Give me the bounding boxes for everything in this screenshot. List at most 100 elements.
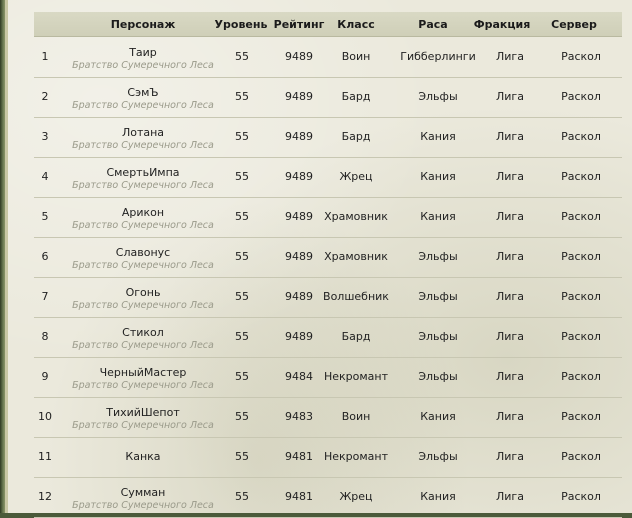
faction-cell: Лига [496,90,524,103]
header-race[interactable]: Раса [396,12,470,36]
character-name-link[interactable]: Лотана [60,127,226,139]
race-cell: Эльфы [418,290,458,303]
guild-name-link[interactable]: Братство Сумеречного Леса [60,500,226,512]
guild-name-link[interactable]: Братство Сумеречного Леса [60,140,226,152]
header-level[interactable]: Уровень [206,12,276,36]
guild-name-link[interactable]: Братство Сумеречного Леса [60,260,226,272]
server-cell: Раскол [561,330,601,343]
table-row[interactable]: 11 55 9481 Некромант Эльфы Лига Раскол Канка [34,437,622,478]
rank-cell: 5 [41,210,49,223]
table-row[interactable]: 4 55 9489 Жрец Кания Лига Раскол СмертьИмпа Брат… [34,157,622,198]
table-row[interactable]: 2 55 9489 Бард Эльфы Лига Раскол СэмЪ Братство С… [34,77,622,118]
race-cell: Кания [420,170,456,183]
guild-name-link[interactable]: Братство Сумеречного Леса [60,220,226,232]
class-cell: Волшебник [323,290,389,303]
class-cell: Бард [341,330,371,343]
rating-cell: 9481 [285,490,313,503]
server-cell: Раскол [561,490,601,503]
server-cell: Раскол [561,450,601,463]
server-cell: Раскол [561,250,601,263]
faction-cell: Лига [496,450,524,463]
rank-cell: 3 [41,130,49,143]
rating-cell: 9489 [285,90,313,103]
rating-cell: 9489 [285,290,313,303]
header-character[interactable]: Персонаж [60,12,226,36]
faction-cell: Лига [496,410,524,423]
faction-cell: Лига [496,170,524,183]
rank-cell: 11 [38,450,52,463]
rank-cell: 6 [41,250,49,263]
race-cell: Кания [420,410,456,423]
class-cell: Бард [341,130,371,143]
character-name-link[interactable]: Арикон [60,207,226,219]
class-cell: Храмовник [324,210,388,223]
table-row[interactable]: 1 55 9489 Воин Гибберлинги Лига Раскол Таир Брат… [34,37,622,78]
character-name-link[interactable]: СмертьИмпа [60,167,226,179]
guild-name-link[interactable]: Братство Сумеречного Леса [60,380,226,392]
character-name-link[interactable]: ТихийШепот [60,407,226,419]
server-cell: Раскол [561,130,601,143]
guild-name-link[interactable]: Братство Сумеречного Леса [60,300,226,312]
character-name-link[interactable]: СэмЪ [60,87,226,99]
guild-name-link[interactable]: Братство Сумеречного Леса [60,180,226,192]
ranking-panel: Персонаж Уровень Рейтинг Класс Раса Фрак… [8,0,632,518]
header-rating[interactable]: Рейтинг [268,12,330,36]
class-cell: Жрец [339,490,373,503]
character-name-link[interactable]: Канка [60,437,226,477]
table-row[interactable]: 10 55 9483 Воин Кания Лига Раскол ТихийШепот Бра… [34,397,622,438]
faction-cell: Лига [496,330,524,343]
character-name-link[interactable]: Таир [60,47,226,59]
guild-name-link[interactable]: Братство Сумеречного Леса [60,340,226,352]
faction-cell: Лига [496,130,524,143]
guild-name-link[interactable]: Братство Сумеречного Леса [60,420,226,432]
table-row[interactable]: 9 55 9484 Некромант Эльфы Лига Раскол ЧерныйМас… [34,357,622,398]
server-cell: Раскол [561,50,601,63]
table-row[interactable]: 7 55 9489 Волшебник Эльфы Лига Раскол Огонь Брат… [34,277,622,318]
race-cell: Эльфы [418,330,458,343]
table-row[interactable]: 8 55 9489 Бард Эльфы Лига Раскол Стикол Братство… [34,317,622,358]
class-cell: Жрец [339,170,373,183]
character-name-link[interactable]: Стикол [60,327,226,339]
table-row[interactable]: 12 55 9481 Жрец Кания Лига Раскол Сумман Братств… [34,477,622,518]
character-name-link[interactable]: Огонь [60,287,226,299]
rank-cell: 4 [41,170,49,183]
rating-cell: 9489 [285,250,313,263]
header-server[interactable]: Сервер [542,12,606,36]
server-cell: Раскол [561,210,601,223]
header-class[interactable]: Класс [324,12,388,36]
server-cell: Раскол [561,170,601,183]
race-cell: Эльфы [418,450,458,463]
class-cell: Некромант [323,370,389,383]
race-cell: Кания [420,490,456,503]
guild-name-link[interactable]: Братство Сумеречного Леса [60,100,226,112]
faction-cell: Лига [496,370,524,383]
table-row[interactable]: 3 55 9489 Бард Кания Лига Раскол Лотана Братство… [34,117,622,158]
class-cell: Воин [341,50,371,63]
rank-cell: 8 [41,330,49,343]
guild-name-link[interactable]: Братство Сумеречного Леса [60,60,226,72]
faction-cell: Лига [496,490,524,503]
rank-cell: 12 [38,490,52,503]
race-cell: Эльфы [418,250,458,263]
table-row[interactable]: 6 55 9489 Храмовник Эльфы Лига Раскол Славонус Б… [34,237,622,278]
rating-cell: 9483 [285,410,313,423]
rating-cell: 9481 [285,450,313,463]
rank-cell: 9 [41,370,49,383]
race-cell: Кания [420,210,456,223]
race-cell: Гибберлинги [400,50,476,63]
rating-cell: 9489 [285,50,313,63]
character-name-link[interactable]: Славонус [60,247,226,259]
faction-cell: Лига [496,50,524,63]
table-row[interactable]: 5 55 9489 Храмовник Кания Лига Раскол Арикон Бра… [34,197,622,238]
rating-cell: 9489 [285,330,313,343]
rating-cell: 9489 [285,170,313,183]
character-name-link[interactable]: ЧерныйМастер [60,367,226,379]
class-cell: Некромант [323,450,389,463]
character-name-link[interactable]: Сумман [60,487,226,499]
faction-cell: Лига [496,290,524,303]
header-faction[interactable]: Фракция [468,12,536,36]
race-cell: Эльфы [418,90,458,103]
race-cell: Эльфы [418,370,458,383]
server-cell: Раскол [561,90,601,103]
class-cell: Бард [341,90,371,103]
